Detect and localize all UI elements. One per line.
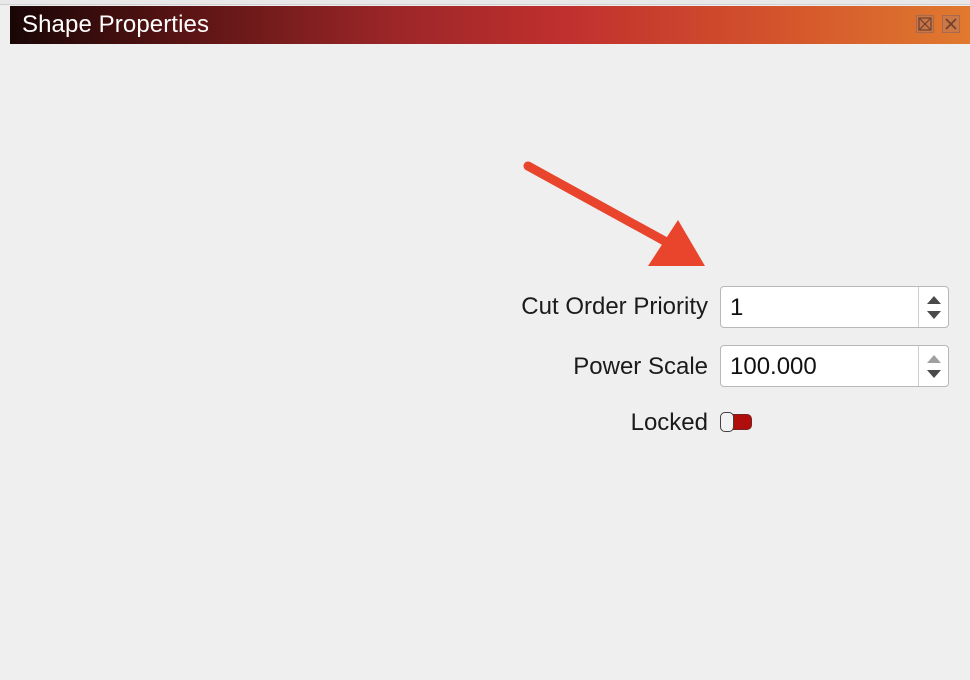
power-scale-spinbox[interactable]: 100.000 bbox=[720, 345, 949, 387]
decrement-button[interactable] bbox=[919, 366, 948, 386]
annotation-arrow-icon bbox=[523, 161, 705, 266]
top-border bbox=[0, 0, 970, 5]
locked-label: Locked bbox=[630, 409, 708, 436]
arrow-up-icon bbox=[927, 296, 941, 304]
toggle-knob bbox=[720, 412, 734, 432]
cut-order-priority-value[interactable]: 1 bbox=[730, 294, 743, 322]
power-scale-value[interactable]: 100.000 bbox=[730, 353, 817, 381]
spin-buttons bbox=[918, 287, 948, 327]
power-scale-label: Power Scale bbox=[573, 353, 708, 380]
spin-buttons bbox=[918, 346, 948, 386]
decrement-button[interactable] bbox=[919, 307, 948, 327]
close-icon bbox=[945, 18, 957, 30]
locked-toggle[interactable] bbox=[720, 412, 752, 432]
increment-button[interactable] bbox=[919, 346, 948, 366]
increment-button[interactable] bbox=[919, 287, 948, 307]
arrow-down-icon bbox=[927, 311, 941, 319]
cut-order-priority-spinbox[interactable]: 1 bbox=[720, 286, 949, 328]
float-button[interactable] bbox=[916, 15, 934, 33]
arrow-down-icon bbox=[927, 370, 941, 378]
arrow-up-icon bbox=[927, 355, 941, 363]
panel-title: Shape Properties bbox=[22, 11, 210, 38]
close-button[interactable] bbox=[942, 15, 960, 33]
cut-order-priority-label: Cut Order Priority bbox=[521, 293, 708, 320]
float-icon bbox=[918, 17, 932, 31]
panel-title-bar[interactable]: Shape Properties bbox=[10, 6, 970, 44]
